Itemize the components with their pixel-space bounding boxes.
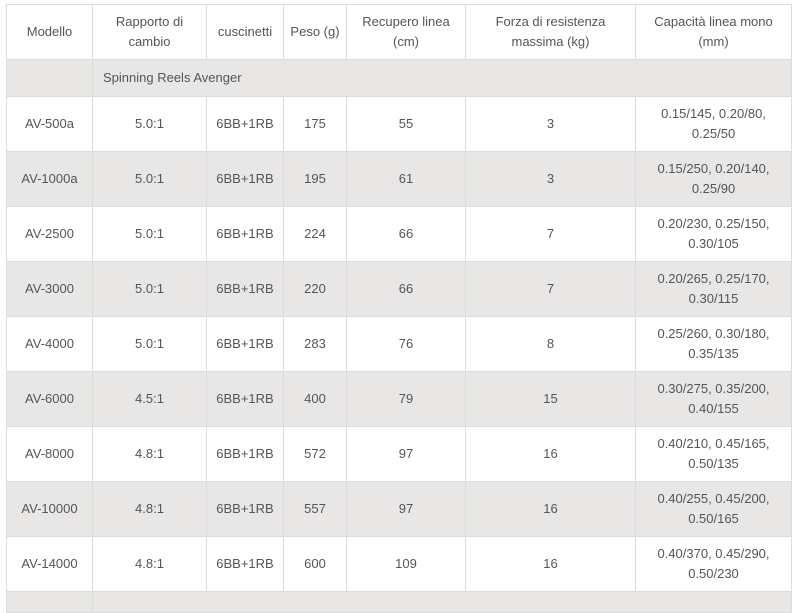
cell-modello: AV-2500	[6, 206, 93, 262]
cell-modello: AV-4000	[6, 316, 93, 372]
table-row: AV-2500 5.0:1 6BB+1RB 224 66 7 0.20/230, 0.25/…	[6, 206, 792, 262]
header-rapporto-di-cambio: Rapporto di cambio	[92, 4, 207, 60]
group-label: Spinning Reels Avenger	[92, 59, 792, 97]
partial-cell	[92, 591, 792, 613]
header-peso: Peso (g)	[283, 4, 347, 60]
cell-peso: 600	[283, 536, 347, 592]
cell-forza: 7	[465, 206, 636, 262]
cell-modello: AV-500a	[6, 96, 93, 152]
cell-rapporto: 5.0:1	[92, 261, 207, 317]
cell-rapporto: 4.8:1	[92, 481, 207, 537]
cell-peso: 175	[283, 96, 347, 152]
cell-peso: 400	[283, 371, 347, 427]
header-capacita-linea-mono: Capacità linea mono (mm)	[635, 4, 792, 60]
reel-specs-table: Modello Rapporto di cambio cuscinetti Pe…	[6, 4, 792, 613]
cell-recupero: 66	[346, 206, 466, 262]
cell-recupero: 61	[346, 151, 466, 207]
cell-recupero: 109	[346, 536, 466, 592]
cell-capacita: 0.20/265, 0.25/170, 0.30/115	[635, 261, 792, 317]
table-row: AV-10000 4.8:1 6BB+1RB 557 97 16 0.40/255, 0.4…	[6, 481, 792, 537]
table-row: AV-14000 4.8:1 6BB+1RB 600 109 16 0.40/370, 0.…	[6, 536, 792, 592]
table-row: AV-1000a 5.0:1 6BB+1RB 195 61 3 0.15/250, 0.20…	[6, 151, 792, 207]
cell-rapporto: 5.0:1	[92, 316, 207, 372]
cell-modello: AV-10000	[6, 481, 93, 537]
cell-recupero: 66	[346, 261, 466, 317]
cell-forza: 3	[465, 151, 636, 207]
cell-capacita: 0.25/260, 0.30/180, 0.35/135	[635, 316, 792, 372]
cell-peso: 224	[283, 206, 347, 262]
header-cuscinetti: cuscinetti	[206, 4, 284, 60]
cell-cuscinetti: 6BB+1RB	[206, 96, 284, 152]
cell-recupero: 79	[346, 371, 466, 427]
cell-forza: 8	[465, 316, 636, 372]
cell-peso: 283	[283, 316, 347, 372]
table-row: AV-8000 4.8:1 6BB+1RB 572 97 16 0.40/210, 0.45…	[6, 426, 792, 482]
cell-forza: 3	[465, 96, 636, 152]
cell-rapporto: 5.0:1	[92, 151, 207, 207]
cell-cuscinetti: 6BB+1RB	[206, 316, 284, 372]
cell-capacita: 0.20/230, 0.25/150, 0.30/105	[635, 206, 792, 262]
cell-cuscinetti: 6BB+1RB	[206, 206, 284, 262]
header-row: Modello Rapporto di cambio cuscinetti Pe…	[6, 4, 792, 60]
cell-forza: 16	[465, 426, 636, 482]
cell-recupero: 76	[346, 316, 466, 372]
cell-modello: AV-14000	[6, 536, 93, 592]
cell-peso: 557	[283, 481, 347, 537]
cell-recupero: 55	[346, 96, 466, 152]
table-row: AV-3000 5.0:1 6BB+1RB 220 66 7 0.20/265, 0.25/…	[6, 261, 792, 317]
cell-modello: AV-3000	[6, 261, 93, 317]
table-row: AV-6000 4.5:1 6BB+1RB 400 79 15 0.30/275, 0.35…	[6, 371, 792, 427]
table-row-partial	[6, 591, 792, 613]
header-forza-di-resistenza: Forza di resistenza massima (kg)	[465, 4, 636, 60]
table-row: AV-500a 5.0:1 6BB+1RB 175 55 3 0.15/145, 0.20/…	[6, 96, 792, 152]
cell-rapporto: 5.0:1	[92, 96, 207, 152]
cell-modello: AV-6000	[6, 371, 93, 427]
cell-modello: AV-1000a	[6, 151, 93, 207]
cell-rapporto: 4.5:1	[92, 371, 207, 427]
cell-capacita: 0.15/145, 0.20/80, 0.25/50	[635, 96, 792, 152]
group-empty-cell	[6, 59, 93, 97]
cell-rapporto: 4.8:1	[92, 426, 207, 482]
cell-capacita: 0.40/255, 0.45/200, 0.50/165	[635, 481, 792, 537]
cell-cuscinetti: 6BB+1RB	[206, 261, 284, 317]
cell-forza: 16	[465, 536, 636, 592]
cell-cuscinetti: 6BB+1RB	[206, 151, 284, 207]
table-row: AV-4000 5.0:1 6BB+1RB 283 76 8 0.25/260, 0.30/…	[6, 316, 792, 372]
header-recupero-linea: Recupero linea (cm)	[346, 4, 466, 60]
cell-cuscinetti: 6BB+1RB	[206, 426, 284, 482]
cell-capacita: 0.30/275, 0.35/200, 0.40/155	[635, 371, 792, 427]
cell-peso: 220	[283, 261, 347, 317]
cell-forza: 7	[465, 261, 636, 317]
cell-forza: 15	[465, 371, 636, 427]
cell-recupero: 97	[346, 481, 466, 537]
group-row: Spinning Reels Avenger	[6, 59, 792, 97]
cell-peso: 195	[283, 151, 347, 207]
cell-peso: 572	[283, 426, 347, 482]
cell-rapporto: 5.0:1	[92, 206, 207, 262]
cell-capacita: 0.40/370, 0.45/290, 0.50/230	[635, 536, 792, 592]
cell-cuscinetti: 6BB+1RB	[206, 481, 284, 537]
cell-cuscinetti: 6BB+1RB	[206, 536, 284, 592]
cell-cuscinetti: 6BB+1RB	[206, 371, 284, 427]
header-modello: Modello	[6, 4, 93, 60]
cell-forza: 16	[465, 481, 636, 537]
cell-capacita: 0.15/250, 0.20/140, 0.25/90	[635, 151, 792, 207]
partial-cell	[6, 591, 93, 613]
cell-rapporto: 4.8:1	[92, 536, 207, 592]
cell-recupero: 97	[346, 426, 466, 482]
cell-capacita: 0.40/210, 0.45/165, 0.50/135	[635, 426, 792, 482]
cell-modello: AV-8000	[6, 426, 93, 482]
